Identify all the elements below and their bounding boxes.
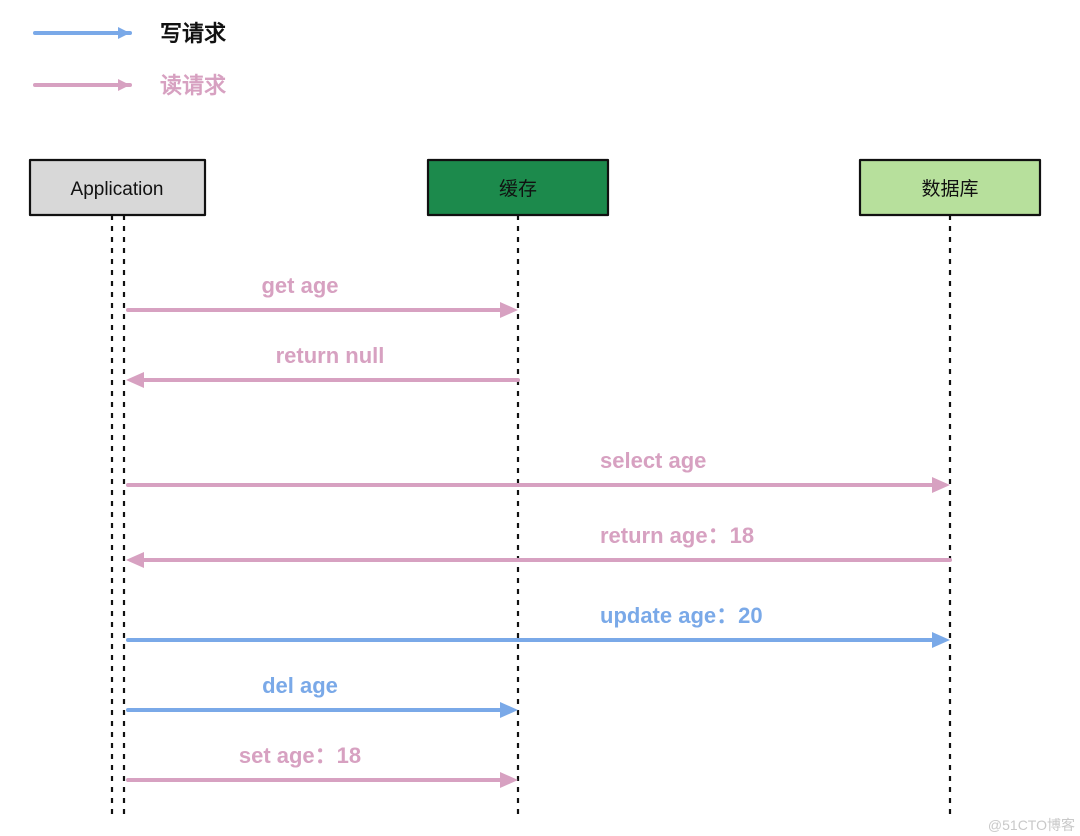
msg-return-null: return null	[126, 343, 518, 388]
msg-get-age: get age	[128, 273, 518, 318]
msg-set-age-18: set age：18	[128, 743, 518, 788]
msg-del-age: del age	[128, 673, 518, 718]
legend-read-label: 读请求	[160, 73, 226, 98]
actor-cache: 缓存	[428, 160, 608, 215]
actor-cache-label: 缓存	[499, 178, 537, 200]
actor-application: Application	[30, 160, 205, 215]
sequence-diagram: 写请求 读请求 Application 缓存 数据库 get age retur…	[0, 0, 1080, 836]
msg-update-age-20-label: update age：20	[600, 603, 763, 628]
msg-select-age: select age	[128, 448, 950, 493]
msg-return-null-label: return null	[276, 343, 385, 368]
legend-write-row: 写请求	[35, 21, 226, 46]
legend-read-row: 读请求	[35, 73, 226, 98]
actor-application-label: Application	[71, 179, 164, 200]
watermark: @51CTO博客	[988, 817, 1075, 833]
actor-db-label: 数据库	[921, 178, 978, 200]
msg-del-age-label: del age	[262, 673, 338, 698]
legend-write-label: 写请求	[160, 21, 226, 46]
msg-return-age-18-label: return age：18	[600, 523, 754, 548]
msg-select-age-label: select age	[600, 448, 706, 473]
msg-set-age-18-label: set age：18	[239, 743, 361, 768]
msg-return-age-18: return age：18	[126, 523, 950, 568]
msg-update-age-20: update age：20	[128, 603, 950, 648]
actor-db: 数据库	[860, 160, 1040, 215]
msg-get-age-label: get age	[261, 273, 338, 298]
